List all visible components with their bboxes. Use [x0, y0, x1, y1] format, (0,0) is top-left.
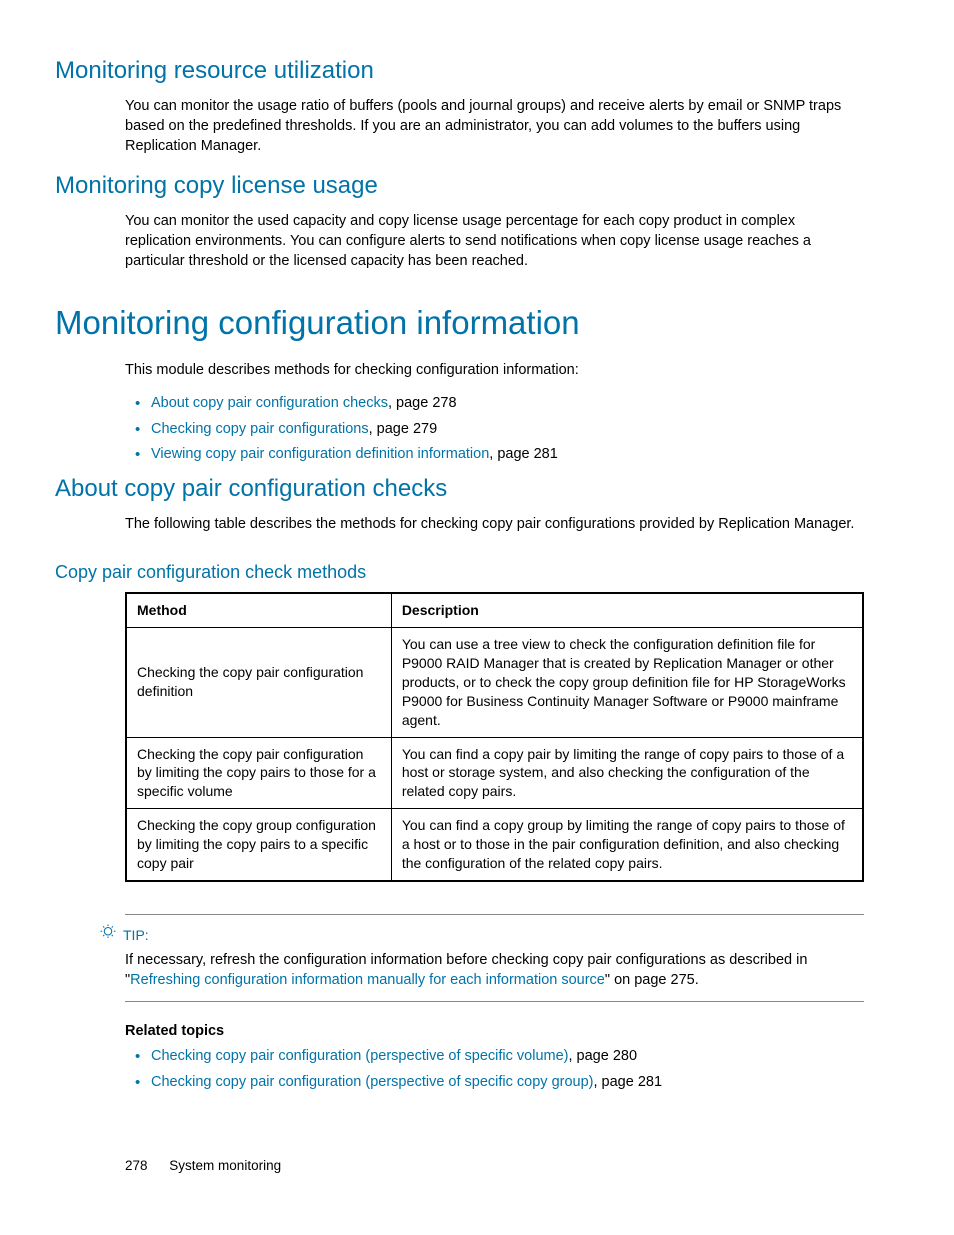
list-item: Checking copy pair configuration (perspe…: [125, 1047, 864, 1067]
th-description: Description: [391, 593, 863, 627]
link-perspective-volume[interactable]: Checking copy pair configuration (perspe…: [151, 1048, 568, 1064]
cell-description: You can use a tree view to check the con…: [391, 628, 863, 737]
heading-copy-license: Monitoring copy license usage: [55, 170, 864, 202]
table-row: Checking the copy pair configuration by …: [126, 737, 863, 809]
cell-method: Checking the copy group configuration by…: [126, 809, 391, 881]
link-suffix: , page 281: [489, 446, 558, 462]
methods-table: Method Description Checking the copy pai…: [125, 592, 864, 882]
footer-title: System monitoring: [169, 1158, 281, 1173]
tip-body: If necessary, refresh the configuration …: [125, 951, 864, 990]
tip-suffix: " on page 275.: [605, 972, 699, 988]
para-about-checks: The following table describes the method…: [125, 515, 864, 535]
table-row: Checking the copy pair configuration def…: [126, 628, 863, 737]
para-copy-license: You can monitor the used capacity and co…: [125, 212, 864, 271]
heading-resource-util: Monitoring resource utilization: [55, 55, 864, 87]
link-perspective-copygroup[interactable]: Checking copy pair configuration (perspe…: [151, 1074, 593, 1090]
page-number: 278: [125, 1158, 148, 1173]
page-footer: 278 System monitoring: [125, 1157, 281, 1175]
cell-method: Checking the copy pair configuration def…: [126, 628, 391, 737]
heading-about-checks: About copy pair configuration checks: [55, 473, 864, 505]
link-suffix: , page 278: [388, 395, 457, 411]
th-method: Method: [126, 593, 391, 627]
link-suffix: , page 279: [369, 421, 438, 437]
cell-method: Checking the copy pair configuration by …: [126, 737, 391, 809]
heading-config-info: Monitoring configuration information: [55, 301, 864, 346]
list-item: Viewing copy pair configuration definiti…: [125, 445, 864, 465]
lightbulb-icon: [99, 923, 117, 948]
tip-block: TIP: If necessary, refresh the configura…: [125, 914, 864, 1002]
link-checking-configs[interactable]: Checking copy pair configurations: [151, 421, 369, 437]
list-item: Checking copy pair configurations, page …: [125, 420, 864, 440]
link-refreshing-config[interactable]: Refreshing configuration information man…: [130, 972, 605, 988]
tip-label: TIP:: [123, 926, 149, 945]
link-viewing-definition[interactable]: Viewing copy pair configuration definiti…: [151, 446, 489, 462]
config-link-list: About copy pair configuration checks, pa…: [125, 394, 864, 465]
related-list: Checking copy pair configuration (perspe…: [125, 1047, 864, 1092]
link-suffix: , page 280: [568, 1048, 637, 1064]
para-resource-util: You can monitor the usage ratio of buffe…: [125, 97, 864, 156]
para-config-intro: This module describes methods for checki…: [125, 361, 864, 381]
related-heading: Related topics: [125, 1022, 864, 1042]
list-item: About copy pair configuration checks, pa…: [125, 394, 864, 414]
link-about-checks[interactable]: About copy pair configuration checks: [151, 395, 388, 411]
link-suffix: , page 281: [593, 1074, 662, 1090]
table-caption: Copy pair configuration check methods: [55, 560, 864, 584]
list-item: Checking copy pair configuration (perspe…: [125, 1073, 864, 1093]
cell-description: You can find a copy pair by limiting the…: [391, 737, 863, 809]
table-row: Checking the copy group configuration by…: [126, 809, 863, 881]
cell-description: You can find a copy group by limiting th…: [391, 809, 863, 881]
